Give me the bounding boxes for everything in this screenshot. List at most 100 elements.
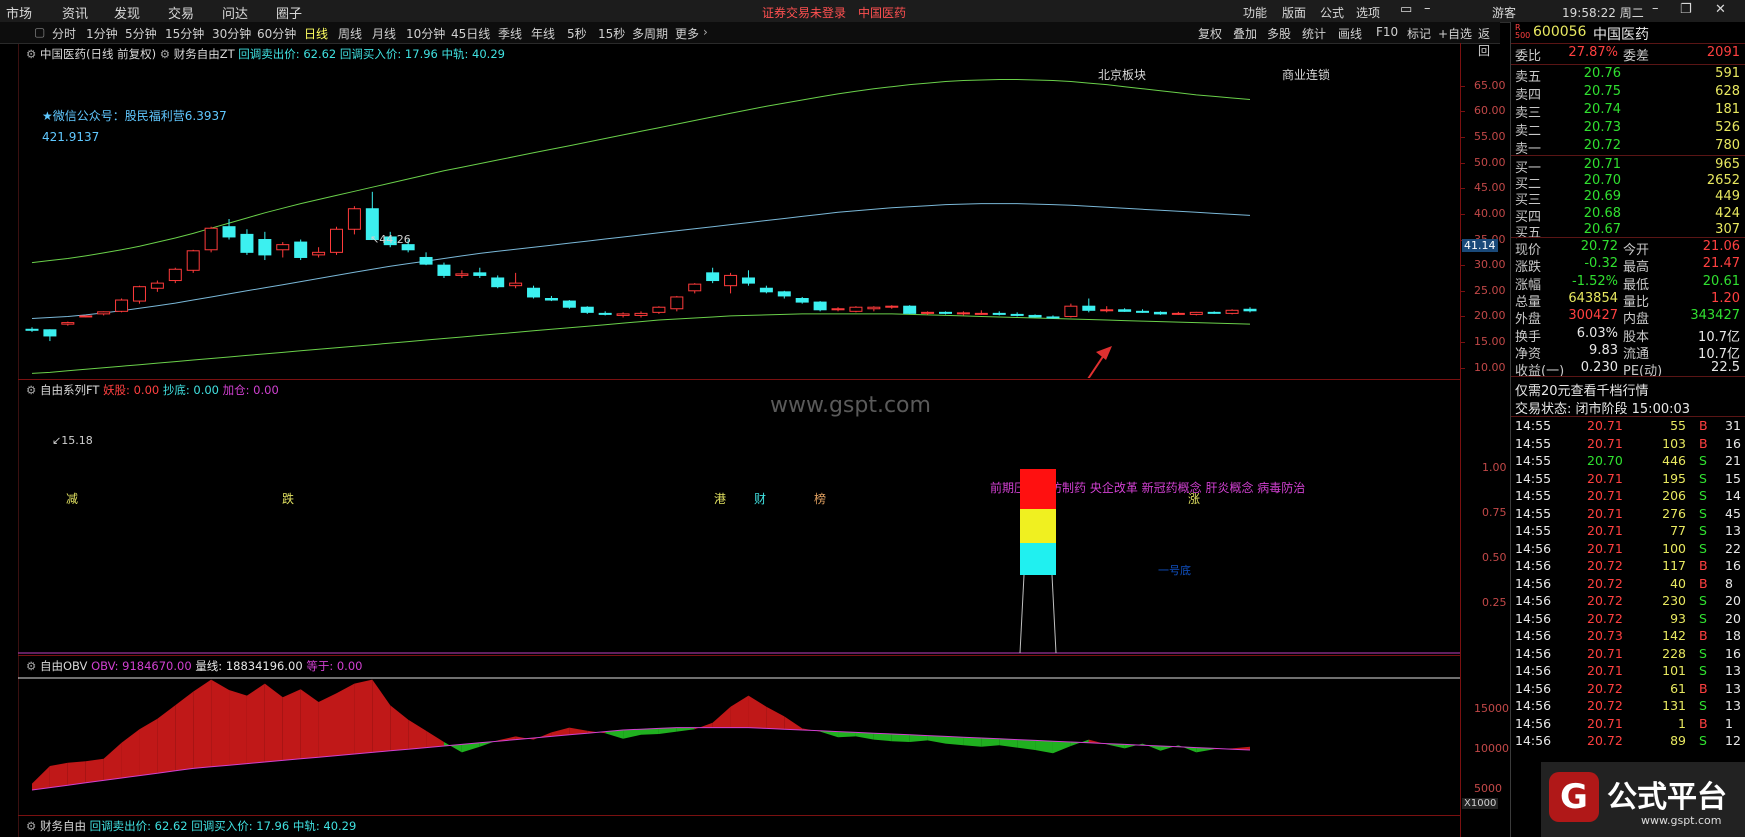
brand-name: 公式平台	[1607, 780, 1727, 815]
period-10min[interactable]: 10分钟	[406, 25, 445, 42]
period-more[interactable]: 更多	[675, 25, 699, 42]
btn-huaxian[interactable]: 画线	[1338, 25, 1362, 42]
stat-value: 6.03%	[1576, 325, 1618, 341]
menu-item-wenda[interactable]: 问达	[222, 3, 248, 22]
user-label[interactable]: 游客	[1492, 4, 1516, 21]
btn-fanhui[interactable]: 返回	[1478, 25, 1500, 59]
price-tick-mark	[1460, 213, 1465, 215]
panel4-buy: 回调买入价: 17.96	[191, 819, 290, 833]
stat-row: 换手 6.03% 股本 10.7亿	[1511, 325, 1745, 345]
tick-time: 14:56	[1515, 558, 1552, 573]
price-chart[interactable]	[18, 60, 1460, 378]
period-weekly[interactable]: 周线	[338, 25, 362, 42]
price-tick-label: 30.00	[1474, 258, 1506, 272]
tick-side: S	[1699, 488, 1707, 503]
obv-fill-segment	[694, 722, 713, 730]
period-15min[interactable]: 15分钟	[165, 25, 204, 42]
period-fenshi[interactable]: 分时	[52, 25, 76, 42]
stat-row: 现价 20.72 今开 21.06	[1511, 239, 1745, 258]
period-60min[interactable]: 60分钟	[257, 25, 296, 42]
panel4-gear-icon[interactable]: ⚙	[26, 819, 36, 833]
period-year[interactable]: 年线	[531, 25, 555, 42]
panel4-mid: 中轨: 40.29	[292, 819, 357, 833]
promo-link[interactable]: 仅需20元查看千档行情	[1515, 380, 1649, 399]
buy-volume: 424	[1715, 205, 1740, 221]
panel2-chart[interactable]	[18, 395, 1460, 655]
candle-body	[1064, 305, 1078, 317]
period-quarter[interactable]: 季线	[498, 25, 522, 42]
period-5min[interactable]: 5分钟	[125, 25, 157, 42]
candle-body	[43, 329, 57, 337]
btn-zixuan[interactable]: +自选	[1438, 25, 1472, 42]
tick-count: 20	[1725, 610, 1741, 626]
candle-body	[652, 306, 666, 313]
period-45day[interactable]: 45日线	[451, 25, 490, 42]
tick-count: 16	[1725, 645, 1741, 661]
minimize-icon[interactable]: –	[1652, 1, 1659, 16]
menu-item-market[interactable]: 市场	[6, 3, 32, 22]
weibi-row: 委比 27.87% 委差 2091	[1511, 45, 1745, 64]
candle-body	[437, 264, 451, 276]
tick-price: 20.71	[1587, 645, 1623, 661]
tick-price: 20.72	[1587, 575, 1623, 591]
tick-side: S	[1699, 470, 1707, 486]
menu-function[interactable]: 功能	[1243, 4, 1267, 21]
candle-body	[258, 239, 272, 256]
menu-layout[interactable]: 版面	[1282, 4, 1306, 21]
sell-price: 20.72	[1583, 138, 1621, 153]
panel-separator-3	[18, 815, 1460, 816]
tick-price: 20.70	[1587, 453, 1623, 468]
obv-fill-segment	[121, 729, 140, 778]
mid-band-line	[31, 203, 1251, 319]
signal-cyan-block	[1020, 543, 1056, 575]
login-notice[interactable]: 证券交易未登录	[762, 4, 846, 21]
menu-item-discover[interactable]: 发现	[114, 3, 140, 22]
stock-code[interactable]: 600056	[1533, 24, 1586, 40]
menu-item-circle[interactable]: 圈子	[276, 3, 302, 22]
price-tick-mark	[1460, 290, 1465, 292]
sell-volume: 591	[1715, 66, 1740, 81]
period-1min[interactable]: 1分钟	[86, 25, 118, 42]
tick-price: 20.71	[1587, 488, 1623, 503]
sell-price: 20.76	[1583, 66, 1621, 81]
period-multi[interactable]: 多周期	[632, 25, 668, 42]
stat-label: 换手	[1515, 329, 1542, 345]
obv-fill-segment	[157, 705, 176, 774]
window-menu-icon[interactable]: ▭	[1400, 2, 1412, 17]
btn-tongji[interactable]: 统计	[1302, 25, 1326, 42]
period-5sec[interactable]: 5秒	[567, 25, 587, 42]
legend-gear-icon[interactable]: ⚙	[26, 47, 36, 61]
menu-options[interactable]: 选项	[1356, 4, 1380, 21]
obv-chart[interactable]	[18, 670, 1460, 814]
tick-volume: 142	[1662, 628, 1686, 643]
menu-item-trade[interactable]: 交易	[168, 3, 194, 22]
menu-item-news[interactable]: 资讯	[62, 3, 88, 22]
legend-gear2-icon[interactable]: ⚙	[160, 47, 170, 61]
legend-indicator-name[interactable]: 财务自由ZT	[174, 47, 235, 61]
close-icon[interactable]: ✕	[1715, 2, 1726, 17]
period-30min[interactable]: 30分钟	[212, 25, 251, 42]
btn-biaoji[interactable]: 标记	[1407, 25, 1431, 42]
maximize-icon[interactable]: ❐	[1680, 2, 1692, 17]
panel4-name[interactable]: 财务自由	[40, 819, 86, 833]
period-daily[interactable]: 日线	[304, 25, 328, 42]
left-strip: 观	[0, 22, 19, 837]
menu-formula[interactable]: 公式	[1320, 4, 1344, 21]
more-chevron-icon[interactable]: ›	[703, 25, 708, 39]
btn-fuquan[interactable]: 复权	[1198, 25, 1222, 42]
stat-label: 外盘	[1515, 312, 1542, 328]
stat-label: 内盘	[1623, 312, 1650, 328]
stat-value: 1.20	[1711, 290, 1740, 306]
btn-f10[interactable]: F10	[1376, 25, 1398, 39]
tick-price: 20.72	[1587, 680, 1623, 696]
price-tick-mark	[1460, 162, 1465, 164]
period-monthly[interactable]: 月线	[372, 25, 396, 42]
stat-label: 涨跌	[1515, 260, 1542, 276]
btn-duogu[interactable]: 多股	[1267, 25, 1291, 42]
toolbar-collapse-icon[interactable]: ▢	[34, 25, 45, 39]
btn-diejia[interactable]: 叠加	[1233, 25, 1257, 42]
stat-value: 300427	[1568, 308, 1618, 324]
obv-fill-segment	[211, 679, 230, 767]
minimize-small-icon[interactable]: –	[1424, 1, 1431, 16]
period-15sec[interactable]: 15秒	[598, 25, 625, 42]
